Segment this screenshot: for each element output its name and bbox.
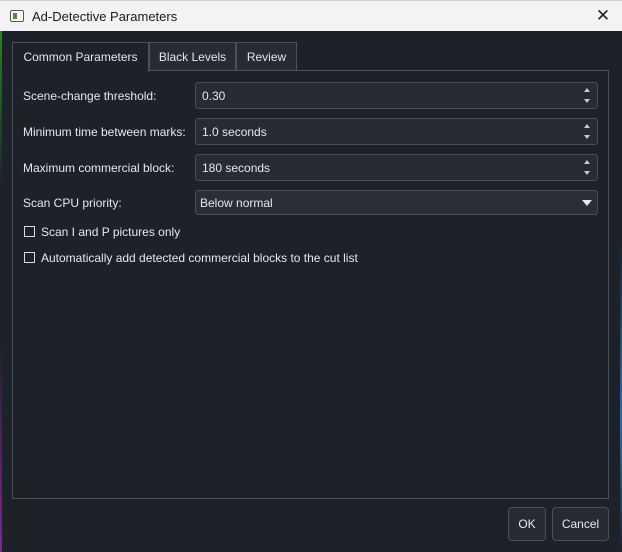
cancel-button[interactable]: Cancel xyxy=(552,507,609,541)
auto-add-cut-list-label[interactable]: Automatically add detected commercial bl… xyxy=(41,251,358,265)
spin-up-icon[interactable] xyxy=(584,88,590,92)
scan-cpu-priority-value[interactable]: Below normal xyxy=(200,196,273,210)
title-bar: Ad-Detective Parameters ✕ xyxy=(0,0,622,31)
tab-black-levels[interactable]: Black Levels xyxy=(149,42,236,71)
minimum-time-label: Minimum time between marks: xyxy=(23,125,186,139)
scene-change-threshold-value[interactable]: 0.30 xyxy=(202,89,225,103)
scene-change-threshold-spinbox[interactable]: 0.30 xyxy=(195,82,598,109)
spin-arrows[interactable] xyxy=(579,83,597,108)
minimum-time-spinbox[interactable]: 1.0 seconds xyxy=(195,118,598,145)
spin-down-icon[interactable] xyxy=(584,99,590,103)
minimum-time-value[interactable]: 1.0 seconds xyxy=(202,125,267,139)
maximum-commercial-block-spinbox[interactable]: 180 seconds xyxy=(195,154,598,181)
spin-down-icon[interactable] xyxy=(584,135,590,139)
spin-arrows[interactable] xyxy=(579,119,597,144)
window-title: Ad-Detective Parameters xyxy=(32,9,178,24)
spin-up-icon[interactable] xyxy=(584,160,590,164)
spin-arrows[interactable] xyxy=(579,155,597,180)
maximum-commercial-block-label: Maximum commercial block: xyxy=(23,161,175,175)
chevron-down-icon[interactable] xyxy=(582,200,592,206)
tab-review[interactable]: Review xyxy=(236,42,297,71)
ok-button[interactable]: OK xyxy=(508,507,546,541)
scan-cpu-priority-select[interactable]: Below normal xyxy=(195,190,598,215)
tab-common-parameters[interactable]: Common Parameters xyxy=(12,42,149,72)
scan-cpu-priority-label: Scan CPU priority: xyxy=(23,196,122,210)
maximum-commercial-block-value[interactable]: 180 seconds xyxy=(202,161,270,175)
scan-ip-pictures-label[interactable]: Scan I and P pictures only xyxy=(41,225,180,239)
auto-add-cut-list-checkbox[interactable] xyxy=(24,252,35,263)
app-icon xyxy=(10,10,24,22)
spin-down-icon[interactable] xyxy=(584,171,590,175)
scene-change-threshold-label: Scene-change threshold: xyxy=(23,89,157,103)
window-edge-accent-left xyxy=(0,31,2,552)
spin-up-icon[interactable] xyxy=(584,124,590,128)
close-button[interactable]: ✕ xyxy=(584,1,622,31)
scan-ip-pictures-checkbox[interactable] xyxy=(24,226,35,237)
